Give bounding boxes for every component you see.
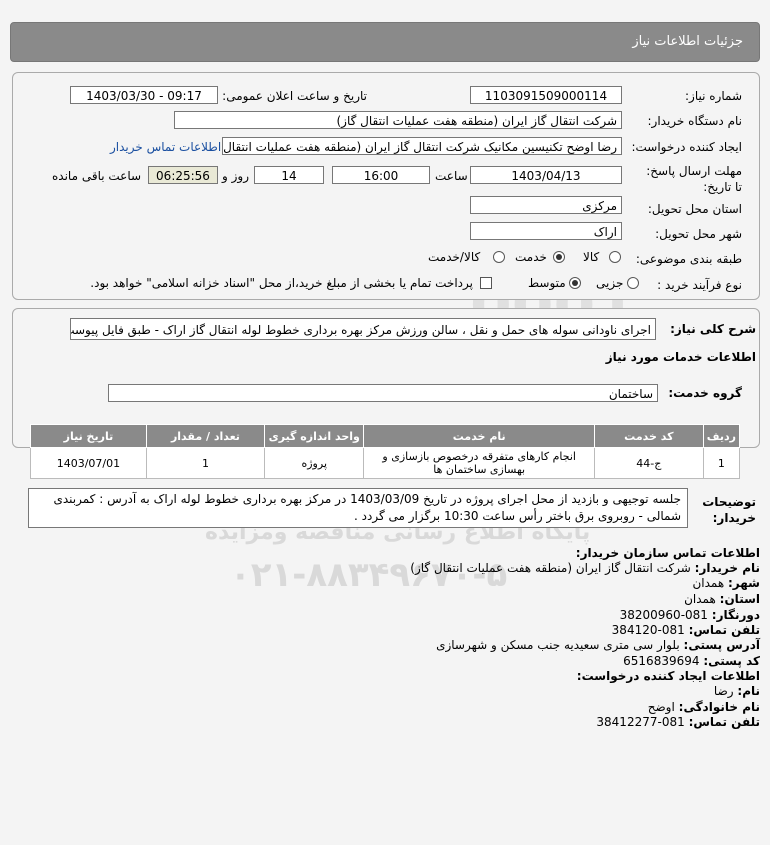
contact-org-title: اطلاعات تماس سازمان خریدار: [575, 546, 760, 560]
remaining-label: ساعت باقی مانده [52, 169, 142, 183]
cell-name: انجام کارهای متفرقه درخصوص بازسازی و بهس… [363, 447, 595, 479]
col-qty: تعداد / مقدار [145, 424, 266, 448]
province-field: مرکزی [470, 196, 622, 214]
contact-fax-value: 081-38200960 [619, 608, 708, 622]
contact-city-value: همدان [692, 576, 725, 590]
contact-buyer-name-value: شرکت انتقال گاز ایران (منطقه هفت عملیات … [410, 561, 691, 575]
process-label: نوع فرآیند خرید : [657, 278, 742, 292]
process-radio-medium[interactable] [569, 277, 581, 289]
category-option-both: کالا/خدمت [428, 250, 481, 264]
contact-postal-value: 6516839694 [623, 654, 700, 668]
process-radio-minor[interactable] [627, 277, 639, 289]
payment-note: پرداخت تمام یا بخشی از مبلغ خرید،از محل … [90, 276, 473, 290]
contact-province-value: همدان [684, 592, 716, 606]
cell-date: 1403/07/01 [30, 447, 147, 479]
days-field: 14 [254, 166, 324, 184]
contact-buyer-name: نام خریدار: شرکت انتقال گاز ایران (منطقه… [410, 561, 760, 575]
requester-field: رضا اوضح تکنیسین مکانیک شرکت انتقال گاز … [222, 137, 622, 155]
buyer-org-field: شرکت انتقال گاز ایران (منطقه هفت عملیات … [174, 111, 622, 129]
page-title-bar: جزئیات اطلاعات نیاز [10, 22, 760, 62]
category-radio-both[interactable] [493, 251, 505, 263]
services-table: ردیف کد خدمت نام خدمت واحد اندازه گیری ت… [30, 424, 741, 479]
col-code: کد خدمت [593, 424, 704, 448]
city-field: اراک [470, 222, 622, 240]
contact-phone-label: تلفن تماس: [688, 623, 760, 637]
cell-unit: پروژه [264, 447, 365, 479]
deadline-date-field: 1403/04/13 [470, 166, 622, 184]
province-label: استان محل تحویل: [647, 202, 742, 216]
announce-field: 1403/03/30 - 09:17 [70, 86, 218, 104]
deadline-label: مهلت ارسال پاسخ: تا تاریخ: [646, 164, 742, 194]
creator-phone: تلفن تماس: 081-38412277 [596, 715, 760, 729]
creator-last-name-label: نام خانوادگی: [678, 700, 760, 714]
city-label: شهر محل تحویل: [655, 227, 742, 241]
creator-title: اطلاعات ایجاد کننده درخواست: [576, 669, 760, 683]
contact-address: آدرس پستی: بلوار سی متری سعیدیه جنب مسکن… [436, 638, 760, 652]
contact-buyer-name-label: نام خریدار: [694, 561, 760, 575]
contact-address-label: آدرس پستی: [683, 638, 760, 652]
contact-city: شهر: همدان [692, 576, 760, 590]
contact-phone: تلفن تماس: 081-384120 [612, 623, 760, 637]
contact-fax-label: دورنگار: [711, 608, 760, 622]
buyer-notes-box: جلسه توجیهی و بازدید از محل اجرای پروژه … [28, 488, 688, 528]
need-number-field: 1103091509000114 [470, 86, 622, 104]
page-title: جزئیات اطلاعات نیاز [632, 34, 743, 49]
contact-address-value: بلوار سی متری سعیدیه جنب مسکن و شهرسازی [436, 638, 680, 652]
service-group-label: گروه خدمت: [668, 386, 742, 400]
creator-first-name: نام: رضا [714, 684, 760, 698]
cell-qty: 1 [145, 447, 266, 479]
contact-postal: کد پستی: 6516839694 [623, 654, 760, 668]
category-label: طبقه بندی موضوعی: [635, 252, 742, 266]
services-section-title: اطلاعات خدمات مورد نیاز [605, 350, 756, 364]
category-option-goods: کالا [583, 250, 600, 264]
contact-province: استان: همدان [684, 592, 760, 606]
process-option-medium: متوسط [528, 276, 566, 290]
creator-last-name-value: اوضح [647, 700, 675, 714]
buyer-notes-line1: جلسه توجیهی و بازدید از محل اجرای پروژه … [53, 492, 681, 506]
creator-first-name-value: رضا [713, 684, 734, 698]
buyer-notes-line2: شمالی - روبروی برق باختر رأس ساعت 10:30 … [354, 509, 681, 523]
treasury-checkbox[interactable] [480, 277, 492, 289]
description-label: شرح کلی نیاز: [670, 322, 756, 336]
announce-label: تاریخ و ساعت اعلان عمومی: [222, 89, 367, 103]
description-field: اجرای ناودانی سوله های حمل و نقل ، سالن … [70, 318, 656, 340]
contact-fax: دورنگار: 081-38200960 [620, 608, 760, 622]
category-radio-goods[interactable] [609, 251, 621, 263]
category-option-service: خدمت [515, 250, 547, 264]
creator-first-name-label: نام: [737, 684, 760, 698]
contact-postal-label: کد پستی: [703, 654, 760, 668]
cell-index: 1 [702, 447, 741, 479]
days-label: روز و [222, 169, 249, 183]
buyer-contact-link[interactable]: اطلاعات تماس خریدار [110, 140, 221, 154]
contact-phone-value: 081-384120 [611, 623, 685, 637]
process-option-minor: جزیی [596, 276, 624, 290]
requester-label: ایجاد کننده درخواست: [631, 140, 742, 154]
service-group-field: ساختمان [108, 384, 658, 402]
buyer-org-label: نام دستگاه خریدار: [647, 114, 743, 128]
creator-phone-value: 081-38412277 [596, 715, 685, 729]
contact-city-label: شهر: [728, 576, 760, 590]
deadline-time-label: ساعت [435, 169, 468, 183]
creator-phone-label: تلفن تماس: [688, 715, 760, 729]
buyer-notes-label: توضیحات خریدار: [702, 495, 756, 525]
contact-province-label: استان: [719, 592, 760, 606]
col-date: تاریخ نیاز [30, 424, 147, 448]
col-index: ردیف [702, 424, 741, 448]
col-name: نام خدمت [363, 424, 595, 448]
deadline-time-field: 16:00 [332, 166, 430, 184]
category-radio-service[interactable] [553, 251, 565, 263]
need-number-label: شماره نیاز: [685, 89, 742, 103]
creator-last-name: نام خانوادگی: اوضح [648, 700, 760, 714]
remaining-time-field: 06:25:56 [148, 166, 218, 184]
col-unit: واحد اندازه گیری [264, 424, 365, 448]
services-table-header: ردیف کد خدمت نام خدمت واحد اندازه گیری ت… [30, 424, 741, 448]
table-row: 1 ج-44 انجام کارهای متفرقه درخصوص بازساز… [30, 447, 741, 479]
cell-code: ج-44 [593, 447, 704, 479]
